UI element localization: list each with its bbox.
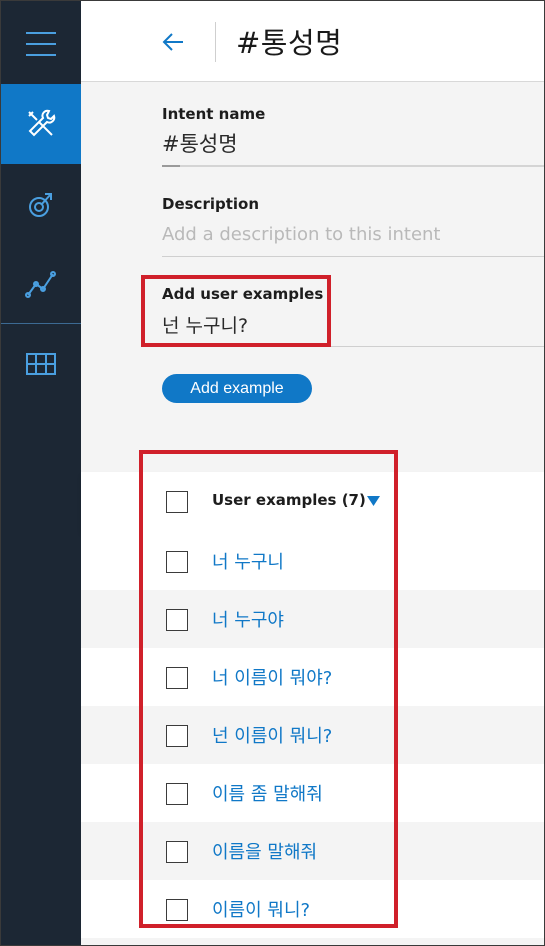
dashboard-grid-icon (25, 353, 56, 375)
intent-name-input[interactable]: #통성명 (162, 128, 238, 158)
left-sidebar (0, 0, 81, 946)
page-header: #통성명 (81, 0, 545, 82)
sidebar-item-dashboard[interactable] (0, 324, 81, 404)
deploy-icon (28, 193, 52, 217)
analytics-line-icon (24, 271, 56, 298)
arrow-left-icon (162, 33, 183, 51)
page-title: #통성명 (236, 26, 343, 60)
add-example-button[interactable]: Add example (162, 374, 312, 403)
intent-name-label: Intent name (162, 105, 266, 123)
hamburger-menu-button[interactable] (0, 4, 81, 84)
highlight-box-user-example (141, 275, 331, 347)
sidebar-item-deploy[interactable] (0, 164, 81, 244)
description-underline (162, 256, 545, 257)
sidebar-item-build[interactable] (0, 84, 81, 164)
description-input[interactable]: Add a description to this intent (162, 224, 441, 245)
intent-name-underline (162, 165, 545, 167)
back-button[interactable] (159, 28, 187, 56)
highlight-box-examples-list (139, 450, 398, 928)
tools-icon (27, 109, 55, 137)
hamburger-menu-icon (25, 32, 56, 56)
sidebar-item-analytics[interactable] (0, 244, 81, 324)
header-divider (215, 22, 216, 62)
description-label: Description (162, 195, 260, 213)
